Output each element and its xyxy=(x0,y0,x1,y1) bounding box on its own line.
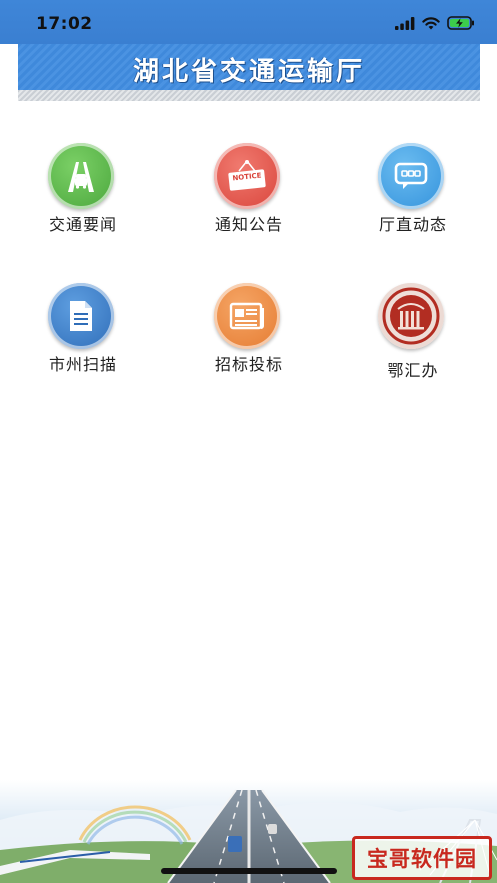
menu-item-bidding[interactable]: 招标投标 xyxy=(174,283,324,393)
car-road-icon xyxy=(48,143,114,209)
signal-icon xyxy=(395,16,415,30)
menu-item-label: 厅直动态 xyxy=(378,215,447,234)
home-indicator[interactable] xyxy=(161,868,337,874)
status-bar: 17:02 xyxy=(0,0,497,44)
menu-item-label: 市州扫描 xyxy=(48,355,117,374)
status-time: 17:02 xyxy=(36,14,93,34)
watermark-logo: 宝哥软件园 xyxy=(352,836,492,880)
ehuiban-logo-icon xyxy=(378,283,444,349)
menu-item-label: 交通要闻 xyxy=(48,215,117,234)
battery-charging-icon xyxy=(447,16,474,30)
menu-item-label: 招标投标 xyxy=(214,355,283,374)
menu-item-label: 通知公告 xyxy=(214,215,283,234)
page-title: 湖北省交通运输厅 xyxy=(132,57,365,87)
menu-item-dept-news[interactable]: 厅直动态 xyxy=(338,143,488,253)
watermark-text: 宝哥软件园 xyxy=(367,847,477,871)
menu-item-traffic-news[interactable]: 交通要闻 xyxy=(8,143,158,253)
newspaper-icon xyxy=(214,283,280,349)
chat-bubble-icon xyxy=(378,143,444,209)
menu-item-label: 鄂汇办 xyxy=(387,361,439,380)
menu-item-notices[interactable]: NOTICE 通知公告 xyxy=(174,143,324,253)
status-icons xyxy=(395,15,475,31)
menu-item-ehuiban[interactable]: 鄂汇办 xyxy=(338,283,488,393)
header-divider xyxy=(18,90,480,101)
menu-item-city-scan[interactable]: 市州扫描 xyxy=(8,283,158,393)
document-icon xyxy=(48,283,114,349)
app-header: 湖北省交通运输厅 xyxy=(18,44,480,90)
notice-icon: NOTICE xyxy=(214,143,280,209)
wifi-icon xyxy=(422,16,440,29)
